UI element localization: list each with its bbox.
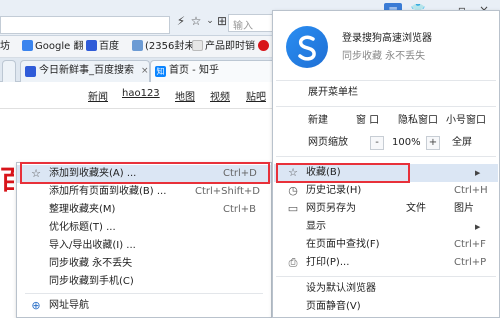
menu-separator bbox=[25, 293, 263, 294]
menu-item-mute-page[interactable]: 页面静音(V) bbox=[274, 298, 498, 316]
menu-item-display[interactable]: 显示 bbox=[274, 218, 498, 236]
menu-item-import-export[interactable]: 导入/导出收藏(I) ... bbox=[17, 237, 271, 255]
menu-item-label: 在页面中查找(F) bbox=[306, 239, 380, 250]
login-text[interactable]: 登录搜狗高速浏览器 bbox=[342, 32, 432, 46]
favorites-submenu: ☆ 添加到收藏夹(A) ... Ctrl+D 添加所有页面到收藏(B) ... … bbox=[16, 162, 272, 318]
shortcut-label: Ctrl+H bbox=[454, 185, 488, 196]
incognito-window-button[interactable]: 隐私窗口 bbox=[398, 114, 438, 128]
highlight-box-add-favorite bbox=[20, 162, 270, 184]
menu-item-label: 添加所有页面到收藏(B) ... bbox=[49, 186, 167, 197]
baidu-paw-icon bbox=[86, 40, 97, 51]
bookmark-label: (2356封未 bbox=[145, 41, 195, 52]
zoom-in-button[interactable]: + bbox=[426, 136, 440, 150]
menu-item-label: 同步收藏到手机(C) bbox=[49, 276, 134, 287]
menu-item-sync-favorites[interactable]: 同步收藏 永不丢失 bbox=[17, 255, 271, 273]
printer-icon: ⎙ bbox=[288, 256, 298, 269]
save-as-image-button[interactable]: 图片 bbox=[454, 200, 474, 218]
save-page-icon: ▭ bbox=[287, 202, 299, 215]
menu-separator bbox=[276, 276, 496, 277]
zoom-out-button[interactable]: - bbox=[370, 136, 384, 150]
bookmark-label: Google 翻 bbox=[35, 41, 84, 52]
lightning-icon[interactable]: ⚡ bbox=[173, 14, 189, 28]
save-as-file-button[interactable]: 文件 bbox=[406, 200, 426, 218]
shortcut-label: Ctrl+B bbox=[223, 204, 257, 215]
menu-item-history[interactable]: ◷ 历史记录(H) Ctrl+H bbox=[274, 182, 498, 200]
bookmark-item[interactable]: Google 翻 bbox=[22, 40, 83, 54]
sogou-logo-icon[interactable] bbox=[286, 26, 328, 68]
menu-separator bbox=[276, 156, 496, 157]
menu-item-find-in-page[interactable]: 在页面中查找(F) Ctrl+F bbox=[274, 236, 498, 254]
zoom-value: 100% bbox=[392, 137, 421, 148]
menu-item-add-all-pages[interactable]: 添加所有页面到收藏(B) ... Ctrl+Shift+D bbox=[17, 183, 271, 201]
zoom-label: 网页缩放 bbox=[308, 137, 348, 148]
tab-zhihu[interactable]: 知 首页 - 知乎 bbox=[150, 60, 278, 82]
address-bar[interactable] bbox=[0, 16, 170, 34]
tab-baidu-search[interactable]: 今日新鲜事_百度搜索 × bbox=[20, 60, 150, 82]
menu-item-print[interactable]: ⎙ 打印(P)... Ctrl+P bbox=[274, 254, 498, 272]
highlight-box-favorites bbox=[276, 163, 410, 183]
baidu-paw-icon bbox=[25, 66, 36, 77]
submenu-arrow-icon: ▶ bbox=[475, 169, 481, 177]
nav-link-map[interactable]: 地图 bbox=[175, 88, 195, 103]
menu-item-set-default-browser[interactable]: 设为默认浏览器 bbox=[274, 280, 498, 298]
bookmark-label: 产品即时销 bbox=[205, 41, 255, 52]
shortcut-label: Ctrl+P bbox=[454, 257, 487, 268]
menu-item-label: 网址导航 bbox=[49, 300, 89, 311]
search-input[interactable]: 输入 bbox=[228, 14, 274, 32]
menu-item-label: 优化标题(T) ... bbox=[49, 222, 116, 233]
menu-item-label: 同步收藏 永不丢失 bbox=[49, 258, 133, 269]
page-icon bbox=[192, 40, 203, 51]
menu-item-label: 设为默认浏览器 bbox=[306, 283, 376, 294]
bookmark-item[interactable]: 百度 bbox=[86, 40, 119, 54]
nav-link-news[interactable]: 新闻 bbox=[88, 88, 108, 103]
tab-label: 今日新鲜事_百度搜索 bbox=[39, 65, 134, 76]
tab-label: 首页 - 知乎 bbox=[169, 65, 219, 76]
bookmark-item[interactable]: 产品即时销 bbox=[192, 40, 255, 54]
menu-item-label: 导入/导出收藏(I) ... bbox=[49, 240, 136, 251]
bookmark-item[interactable] bbox=[258, 40, 271, 54]
menu-item-label: 打印(P)... bbox=[306, 257, 350, 268]
globe-icon: ⊕ bbox=[31, 299, 41, 312]
bookmark-label: 百度 bbox=[99, 41, 119, 52]
baidu-logo-fragment: 百 bbox=[0, 166, 14, 196]
shortcut-label: Ctrl+Shift+D bbox=[195, 186, 260, 197]
menu-item-sync-to-phone[interactable]: 同步收藏到手机(C) bbox=[17, 273, 271, 291]
bookmark-item[interactable]: 坊 bbox=[0, 40, 10, 54]
menu-item-expand-menubar[interactable]: 展开菜单栏 bbox=[308, 86, 358, 100]
menu-item-save-page[interactable]: ▭ 网页另存为 文件 图片 bbox=[274, 200, 498, 218]
menu-item-label: 页面静音(V) bbox=[306, 301, 361, 312]
menu-item-optimize-titles[interactable]: 优化标题(T) ... bbox=[17, 219, 271, 237]
submenu-arrow-icon: ▶ bbox=[475, 223, 481, 231]
menu-item-label: 网页另存为 bbox=[306, 203, 356, 214]
new-label: 新建 bbox=[308, 115, 328, 126]
small-window-button[interactable]: 小号窗口 bbox=[446, 114, 486, 128]
divider bbox=[0, 108, 278, 109]
tab-partial[interactable] bbox=[2, 60, 16, 82]
menu-separator bbox=[276, 106, 496, 107]
clock-icon: ◷ bbox=[288, 184, 298, 197]
mail-icon bbox=[132, 40, 143, 51]
nav-link-hao123[interactable]: hao123 bbox=[122, 88, 160, 99]
close-tab-icon[interactable]: × bbox=[141, 61, 149, 81]
menu-item-organize-favorites[interactable]: 整理收藏夹(M) Ctrl+B bbox=[17, 201, 271, 219]
zhihu-icon: 知 bbox=[155, 66, 166, 77]
menu-item-label: 历史记录(H) bbox=[306, 185, 362, 196]
shortcut-label: Ctrl+F bbox=[454, 239, 486, 250]
new-window-button[interactable]: 窗 口 bbox=[356, 114, 379, 128]
menu-item-label: 显示 bbox=[306, 221, 326, 232]
nav-link-video[interactable]: 视频 bbox=[210, 88, 230, 103]
bookmark-label: 坊 bbox=[0, 41, 10, 52]
menu-item-label: 整理收藏夹(M) bbox=[49, 204, 116, 215]
weibo-icon bbox=[258, 40, 269, 51]
nav-link-tieba[interactable]: 贴吧 bbox=[246, 88, 266, 103]
menu-item-url-navigation[interactable]: ⊕ 网址导航 bbox=[17, 297, 271, 315]
menu-separator bbox=[276, 80, 496, 81]
fullscreen-button[interactable]: 全屏 bbox=[452, 136, 472, 150]
folder-icon bbox=[22, 40, 33, 51]
sync-text: 同步收藏 永不丢失 bbox=[342, 51, 426, 62]
bookmark-item[interactable]: (2356封未 bbox=[132, 40, 194, 54]
